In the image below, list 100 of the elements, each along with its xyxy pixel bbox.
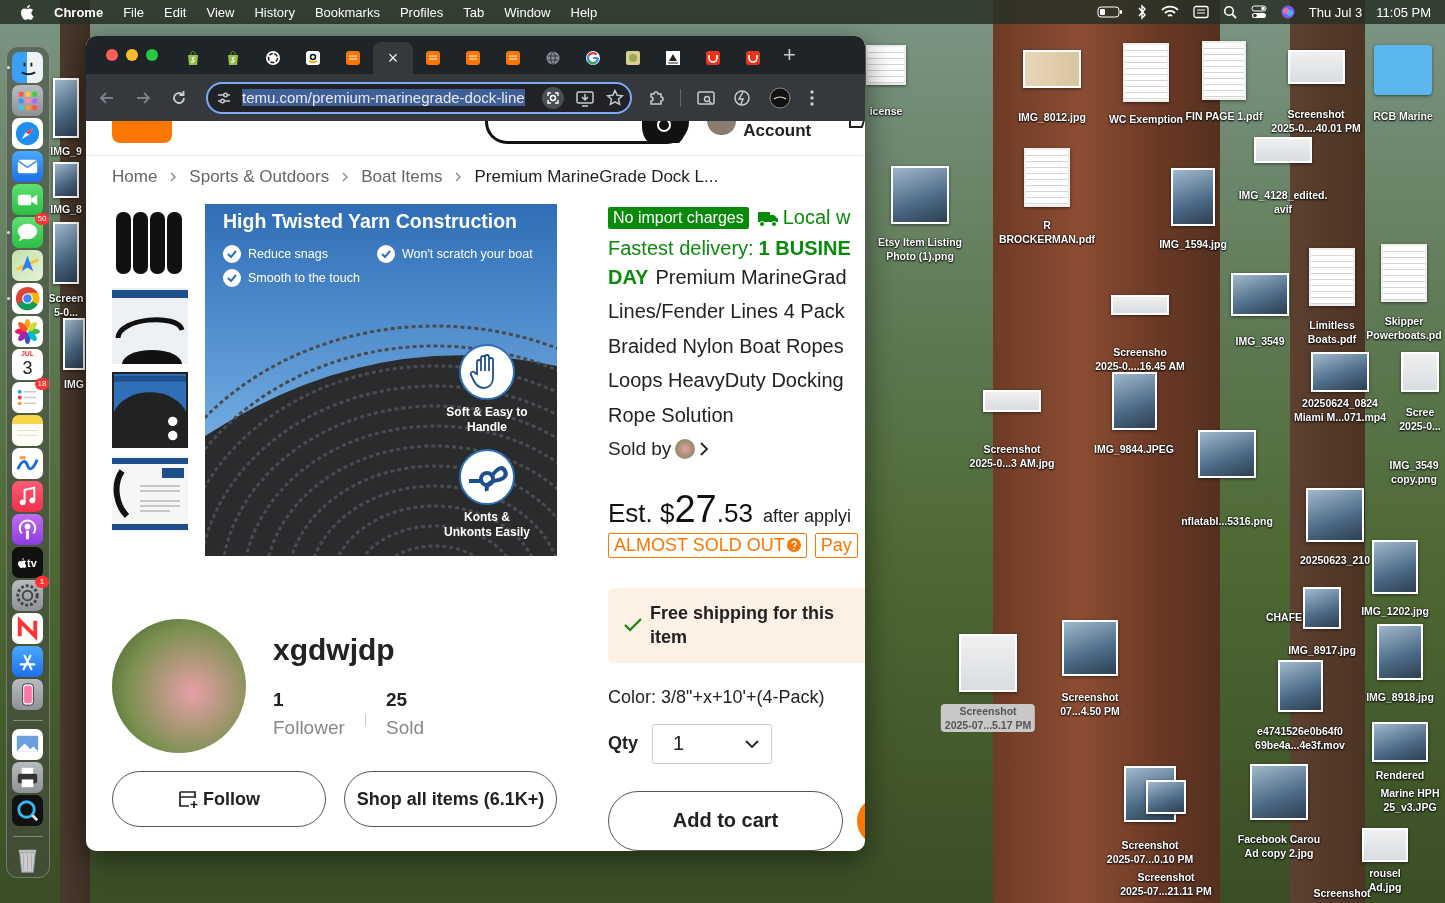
document-thumbnail[interactable] [1202, 41, 1246, 100]
chevron-right-icon[interactable] [699, 440, 710, 457]
photo-thumbnail[interactable] [1171, 168, 1215, 226]
qty-dropdown[interactable]: 1 [652, 723, 772, 764]
document-thumbnail[interactable] [1123, 43, 1169, 102]
gear-icon[interactable] [12, 580, 43, 611]
battery-icon[interactable] [1096, 6, 1123, 18]
date-label[interactable]: Thu Jul 3 [1308, 4, 1363, 20]
screenshot-thumbnail[interactable] [1111, 295, 1169, 315]
photo-icon[interactable] [12, 729, 43, 760]
compass-icon[interactable] [12, 118, 43, 149]
photo-thumbnail[interactable] [1062, 620, 1118, 676]
tv-icon[interactable]: tv [12, 547, 43, 578]
file-name[interactable]: IMG [64, 377, 84, 391]
file-name[interactable]: IMG_3549 copy.png [1389, 458, 1439, 486]
address-bar[interactable]: temu.com/premium-marinegrade-dock-line [206, 81, 632, 114]
search-field[interactable] [485, 121, 689, 144]
file-name[interactable]: FIN PAGE 1.pdf [1185, 109, 1263, 123]
time-label[interactable]: 11:05 PM [1376, 4, 1431, 20]
menu-item[interactable]: View [206, 4, 235, 20]
photo-thumbnail[interactable] [1111, 372, 1157, 430]
photo-thumbnail[interactable] [1250, 764, 1308, 820]
file-name[interactable]: 20250623_210 [1299, 553, 1371, 567]
menu-item[interactable]: Edit [164, 4, 187, 20]
envelope-icon[interactable] [12, 151, 43, 182]
account-link[interactable]: Account [743, 121, 812, 141]
menu-item[interactable]: File [123, 4, 145, 20]
file-name[interactable]: R BROCKERMAN.pdf [998, 218, 1096, 246]
file-name[interactable]: Screenshot 07...4.50 PM [1060, 690, 1120, 718]
install-icon[interactable] [576, 88, 594, 107]
file-name[interactable]: Skipper Powerboats.pd [1366, 314, 1442, 342]
photo-thumbnail[interactable] [1146, 780, 1186, 814]
photo-thumbnail[interactable] [63, 318, 85, 370]
news-icon[interactable] [12, 613, 43, 644]
screenshot-thumbnail[interactable] [1287, 50, 1345, 84]
search-icon[interactable] [641, 121, 686, 143]
photo-thumbnail[interactable] [1372, 540, 1418, 594]
shop-all-button[interactable]: Shop all items (6.1K+) [344, 771, 557, 827]
music-note-icon[interactable] [12, 481, 43, 512]
product-thumbnail[interactable] [112, 456, 188, 532]
new-tab-button[interactable]: + [783, 42, 796, 68]
breadcrumb-link[interactable]: Boat Items [361, 167, 443, 187]
screenshot-thumbnail[interactable] [983, 390, 1041, 412]
magnifier-icon[interactable] [12, 795, 43, 826]
file-name[interactable]: Screenshot [1313, 886, 1371, 900]
browser-icon[interactable] [12, 283, 43, 314]
file-name[interactable]: RCB Marine [1373, 109, 1433, 123]
product-thumbnail[interactable] [112, 288, 188, 364]
file-name[interactable]: Screenshot 2025-0....40.01 PM [1271, 107, 1361, 135]
photo-thumbnail[interactable] [1306, 488, 1364, 542]
file-name[interactable]: CHAFE [1265, 610, 1303, 624]
file-name[interactable]: IMG_8917.jpg [1288, 643, 1356, 657]
video-camera-icon[interactable] [12, 184, 43, 215]
map-icon[interactable] [12, 250, 43, 281]
file-name[interactable]: WC Exemption [1108, 112, 1184, 126]
file-name[interactable]: e4741526e0b64f0 69be4a...4e3f.mov [1255, 724, 1345, 752]
screenshot-thumbnail[interactable] [959, 634, 1017, 692]
file-name[interactable]: IMG_1594.jpg [1159, 237, 1227, 251]
browser-tab[interactable]: × [373, 42, 413, 74]
follow-button[interactable]: Follow [112, 771, 326, 827]
file-name[interactable]: nflatabl...5316.png [1181, 514, 1273, 528]
printer-icon[interactable] [12, 762, 43, 793]
minimize-button[interactable] [126, 49, 138, 61]
podcast-icon[interactable] [12, 514, 43, 545]
file-name[interactable]: Scree 2025-0... [1399, 405, 1441, 433]
photo-thumbnail[interactable] [1377, 624, 1423, 680]
file-name[interactable]: IMG_8 [50, 202, 82, 216]
photo-thumbnail[interactable] [1277, 660, 1323, 712]
file-name[interactable]: Facebook Carou Ad copy 2.jpg [1237, 832, 1321, 860]
close-window-button[interactable] [106, 49, 118, 61]
file-name[interactable]: IMG_1202.jpg [1361, 604, 1429, 618]
phone-icon[interactable] [12, 679, 43, 710]
more-menu-icon[interactable] [809, 88, 815, 107]
lens-icon[interactable] [542, 86, 564, 109]
file-name[interactable]: IMG_8918.jpg [1366, 690, 1434, 704]
photo-thumbnail[interactable] [1372, 722, 1428, 762]
logo-block[interactable] [112, 121, 173, 143]
menu-item[interactable]: Profiles [399, 4, 444, 20]
apple-icon[interactable] [20, 4, 34, 20]
file-name[interactable]: IMG_4128_edited. avif [1238, 188, 1328, 216]
file-name[interactable]: Screenshot 2025-07...0.10 PM [1106, 838, 1194, 866]
breadcrumb-link[interactable]: Home [112, 167, 158, 187]
document-thumbnail[interactable] [1024, 148, 1070, 207]
id-card-thumbnail[interactable] [1023, 50, 1081, 88]
file-name[interactable]: icense [869, 104, 903, 118]
screenshot-thumbnail[interactable] [1362, 828, 1408, 862]
wifi-icon[interactable] [1160, 5, 1179, 19]
notepad-icon[interactable] [12, 415, 43, 446]
file-name[interactable]: IMG_3549 [1235, 334, 1285, 348]
file-name[interactable]: Etsy Item Listing Photo (1).png [878, 235, 962, 263]
menu-item[interactable]: Tab [463, 4, 485, 20]
photo-thumbnail[interactable] [1198, 430, 1256, 478]
profile-avatar-icon[interactable] [769, 86, 791, 109]
menu-item[interactable]: Bookmarks [314, 4, 380, 20]
document-thumbnail[interactable] [1381, 244, 1427, 302]
breadcrumb-link[interactable]: Sports & Outdoors [189, 167, 330, 187]
photo-thumbnail[interactable] [53, 222, 79, 284]
document-thumbnail[interactable] [866, 45, 906, 85]
squiggle-icon[interactable] [12, 448, 43, 479]
screenshot-thumbnail[interactable] [1401, 352, 1439, 392]
